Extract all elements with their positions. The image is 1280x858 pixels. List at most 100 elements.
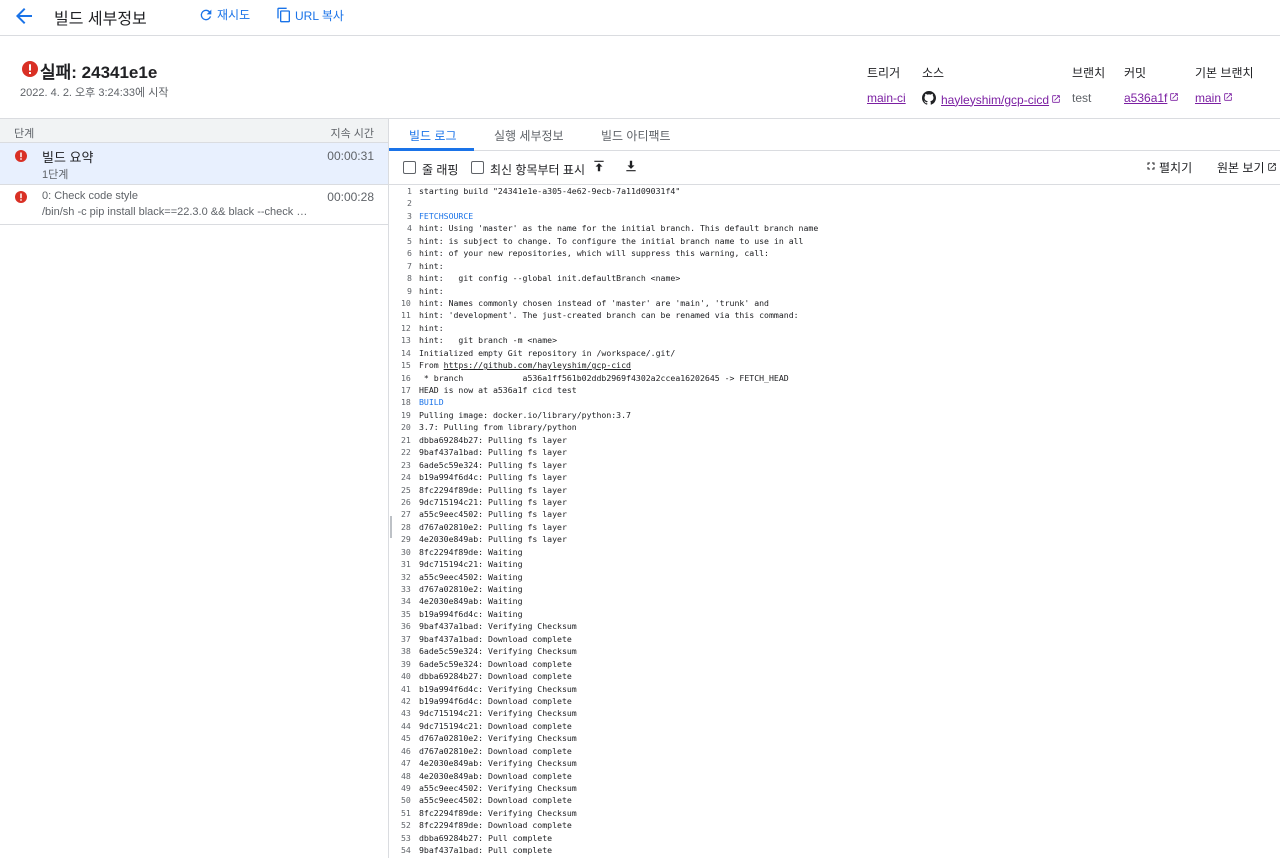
step-name: 빌드 요약 xyxy=(42,150,94,165)
log-line-text: * branch a536a1ff561b02ddb2969f4302a2cce… xyxy=(419,372,789,383)
log-line-number: 16 xyxy=(401,372,411,383)
log-line-text: 9dc715194c21: Pulling fs layer xyxy=(419,496,567,507)
error-icon xyxy=(22,61,38,77)
log-line-text: FETCHSOURCE xyxy=(419,210,474,221)
log-line: 33 d767a02810e2: Waiting xyxy=(389,583,1280,595)
log-line-number: 7 xyxy=(407,260,412,271)
log-line: 2 xyxy=(389,197,1280,209)
log-line-text: 9baf437a1bad: Pull complete xyxy=(419,845,553,856)
log-line-number: 41 xyxy=(401,683,411,694)
step-sub: 1단계 xyxy=(42,169,69,181)
log-line-number: 36 xyxy=(401,621,411,632)
log-line-text: 8fc2294f89de: Verifying Checksum xyxy=(419,807,577,818)
trigger-link[interactable]: main-ci xyxy=(867,91,906,105)
log-line-number: 35 xyxy=(401,608,411,619)
log-line-number: 23 xyxy=(401,459,411,470)
newest-first-checkbox[interactable] xyxy=(471,161,484,174)
log-line-text: hint: is subject to change. To configure… xyxy=(419,235,804,246)
expand-button[interactable]: 펼치기 xyxy=(1145,159,1192,176)
wrap-label: 줄 래핑 xyxy=(422,163,459,177)
log-line-number: 14 xyxy=(401,347,411,358)
log-line: 49 a55c9eec4502: Verifying Checksum xyxy=(389,782,1280,794)
log-line: 36 9baf437a1bad: Verifying Checksum xyxy=(389,620,1280,632)
default-branch-link[interactable]: main xyxy=(1195,91,1221,105)
tab-exec-details[interactable]: 실행 세부정보 xyxy=(494,127,564,144)
log-line-number: 1 xyxy=(407,186,412,196)
log-line-text: Pulling image: docker.io/library/python:… xyxy=(419,409,631,420)
log-line-number: 50 xyxy=(401,795,411,806)
log-line-number: 51 xyxy=(401,807,411,818)
log-line-number: 13 xyxy=(401,335,411,346)
log-line: 47 4e2030e849ab: Verifying Checksum xyxy=(389,757,1280,769)
resize-handle[interactable] xyxy=(390,516,392,538)
log-line: 30 8fc2294f89de: Waiting xyxy=(389,546,1280,558)
step-row-build-summary[interactable]: 빌드 요약 1단계 00:00:31 xyxy=(0,143,388,185)
log-line: 19 Pulling image: docker.io/library/pytho… xyxy=(389,409,1280,421)
log-line-text: b19a994f6d4c: Pulling fs layer xyxy=(419,472,567,483)
log-line: 31 9dc715194c21: Waiting xyxy=(389,558,1280,570)
source-link[interactable]: hayleyshim/gcp-cicd xyxy=(941,93,1049,107)
log-line-text: hint: xyxy=(419,260,444,271)
log-line-number: 38 xyxy=(401,646,411,657)
scroll-to-bottom-icon[interactable] xyxy=(624,159,638,176)
view-raw-button[interactable]: 원본 보기 xyxy=(1217,159,1277,176)
tab-build-log[interactable]: 빌드 로그 xyxy=(409,127,457,144)
log-line: 43 9dc715194c21: Verifying Checksum xyxy=(389,707,1280,719)
back-arrow-icon[interactable] xyxy=(12,4,36,28)
log-line: 3 FETCHSOURCE xyxy=(389,210,1280,222)
log-line-text: d767a02810e2: Pulling fs layer xyxy=(419,521,567,532)
log-line-number: 45 xyxy=(401,733,411,744)
log-line-text: 3.7: Pulling from library/python xyxy=(419,422,577,433)
repo-url-link[interactable]: https://github.com/hayleyshim/gcp-cicd xyxy=(444,360,631,370)
log-line-number: 37 xyxy=(401,633,411,644)
log-line-number: 48 xyxy=(401,770,411,781)
scroll-to-top-icon[interactable] xyxy=(592,159,606,176)
log-line-text: 4e2030e849ab: Download complete xyxy=(419,770,572,781)
log-line-number: 21 xyxy=(401,434,411,445)
log-line: 21 dbba69284b27: Pulling fs layer xyxy=(389,434,1280,446)
log-line: 38 6ade5c59e324: Verifying Checksum xyxy=(389,645,1280,657)
log-line: 10 hint: Names commonly chosen instead of… xyxy=(389,297,1280,309)
log-line: 40 dbba69284b27: Download complete xyxy=(389,670,1280,682)
trigger-label: 트리거 xyxy=(867,66,901,80)
copy-url-button[interactable]: URL 복사 xyxy=(276,6,344,24)
log-line-number: 6 xyxy=(407,248,412,259)
log-line-text: hint: of your new repositories, which wi… xyxy=(419,248,769,259)
log-line: 26 9dc715194c21: Pulling fs layer xyxy=(389,496,1280,508)
steps-column-header: 단계 xyxy=(14,128,35,140)
log-panel: 빌드 로그 실행 세부정보 빌드 아티팩트 줄 래핑 최신 항목부터 표시 펼치… xyxy=(389,119,1280,858)
log-toolbar: 줄 래핑 최신 항목부터 표시 펼치기 원본 보기 xyxy=(389,151,1280,185)
build-start-time: 2022. 4. 2. 오후 3:24:33에 시작 xyxy=(20,87,169,99)
retry-button[interactable]: 재시도 xyxy=(198,6,250,23)
external-link-icon xyxy=(1051,93,1061,107)
external-link-icon xyxy=(1169,91,1179,105)
step-name: 0: Check code style xyxy=(42,190,138,202)
log-line-text: hint: xyxy=(419,322,444,333)
meta-trigger: 트리거 main-ci xyxy=(867,64,906,105)
copy-icon xyxy=(276,6,292,24)
log-line: 4 hint: Using 'master' as the name for th… xyxy=(389,222,1280,234)
log-line-number: 26 xyxy=(401,496,411,507)
tab-artifacts[interactable]: 빌드 아티팩트 xyxy=(601,127,671,144)
log-line-number: 32 xyxy=(401,571,411,582)
step-row-check-code-style[interactable]: 0: Check code style /bin/sh -c pip insta… xyxy=(0,185,388,225)
log-line-text: hint: git config --global init.defaultBr… xyxy=(419,273,681,284)
log-line: 8 hint: git config --global init.defaultB… xyxy=(389,272,1280,284)
log-line-number: 40 xyxy=(401,671,411,682)
page-title: 빌드 세부정보 xyxy=(54,11,147,28)
log-line: 7 hint: xyxy=(389,260,1280,272)
meta-default-branch: 기본 브랜치 main xyxy=(1195,64,1254,105)
top-bar: 빌드 세부정보 재시도 URL 복사 xyxy=(0,0,1280,36)
log-line-number: 49 xyxy=(401,783,411,793)
log-line-text: 9baf437a1bad: Verifying Checksum xyxy=(419,621,577,632)
log-line-text: BUILD xyxy=(419,397,444,408)
branch-label: 브랜치 xyxy=(1072,66,1106,80)
log-line: 14 Initialized empty Git repository in /w… xyxy=(389,347,1280,359)
branch-value: test xyxy=(1072,91,1092,105)
log-line-text: hint: git branch -m <name> xyxy=(419,335,558,346)
log-line: 41 b19a994f6d4c: Verifying Checksum xyxy=(389,683,1280,695)
copy-url-label: URL 복사 xyxy=(295,8,344,23)
log-line-text: d767a02810e2: Waiting xyxy=(419,584,523,594)
wrap-checkbox[interactable] xyxy=(403,161,416,174)
commit-link[interactable]: a536a1f xyxy=(1124,91,1167,105)
